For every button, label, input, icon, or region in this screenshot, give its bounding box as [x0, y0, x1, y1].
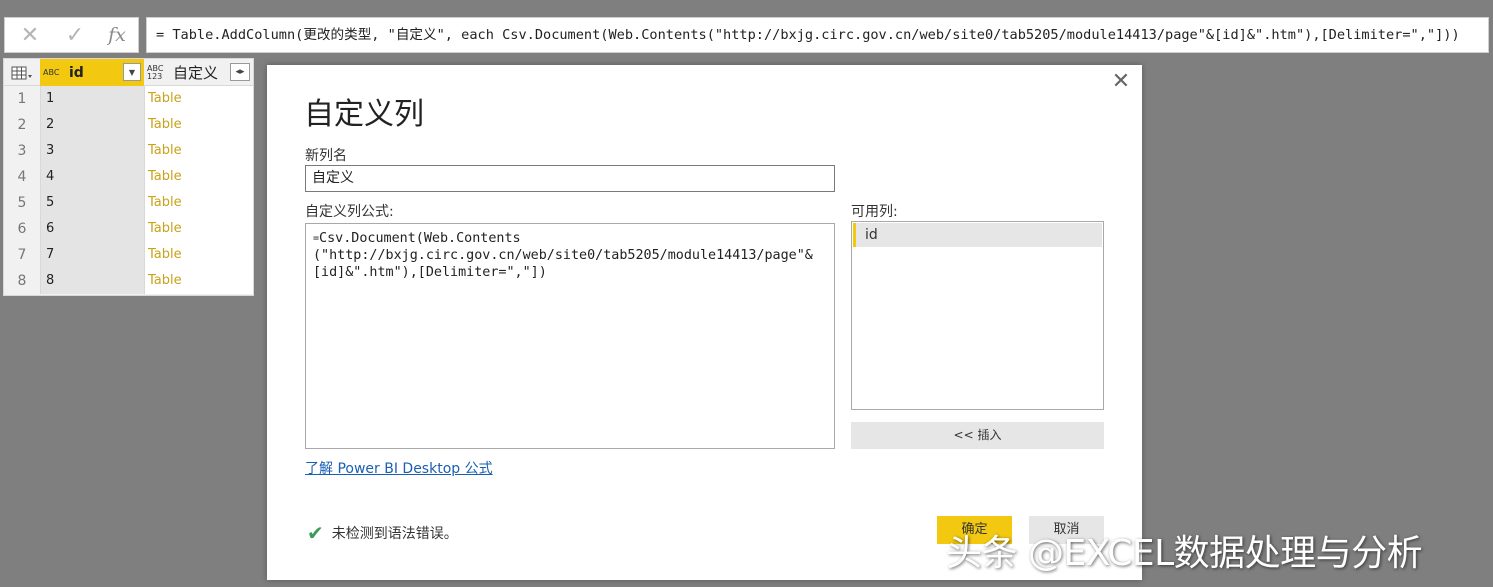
column-name: id	[69, 64, 84, 81]
cell-table-link[interactable]: Table	[144, 190, 253, 216]
available-columns-label: 可用列:	[851, 204, 898, 220]
close-icon[interactable]: ✕	[1110, 71, 1132, 93]
grid-header: ABC id ▼ ABC 123 自定义 ◂▸	[4, 59, 253, 86]
table-row: 1 1 Table	[4, 86, 253, 112]
any-type-icon[interactable]: ABC 123	[147, 64, 169, 81]
dialog-title: 自定义列	[304, 97, 424, 132]
table-row: 8 8 Table	[4, 268, 253, 294]
formula-text: Csv.Document(Web.Contents ("http://bxjg.…	[313, 231, 813, 280]
table-row: 3 3 Table	[4, 138, 253, 164]
custom-formula-input[interactable]: =Csv.Document(Web.Contents ("http://bxjg…	[305, 223, 835, 449]
table-menu-icon[interactable]	[4, 59, 40, 86]
cell-id[interactable]: 8	[40, 268, 144, 294]
fx-icon[interactable]: fx	[95, 18, 139, 52]
cell-table-link[interactable]: Table	[144, 268, 253, 294]
data-grid: ABC id ▼ ABC 123 自定义 ◂▸ 1 1 Table 2 2 Ta…	[3, 58, 254, 296]
new-column-label: 新列名	[305, 148, 347, 164]
cell-table-link[interactable]: Table	[144, 138, 253, 164]
row-number: 5	[4, 190, 40, 216]
list-item[interactable]: id	[853, 223, 1102, 247]
cell-table-link[interactable]: Table	[144, 112, 253, 138]
available-columns-list[interactable]: id	[851, 221, 1104, 410]
cell-id[interactable]: 3	[40, 138, 144, 164]
checkmark-icon: ✔	[307, 521, 324, 545]
watermark: 头条 @EXCEL数据处理与分析	[946, 533, 1423, 574]
filter-dropdown-icon[interactable]: ▼	[123, 63, 141, 81]
column-name: 自定义	[173, 64, 219, 82]
expand-column-icon[interactable]: ◂▸	[230, 63, 250, 81]
column-header-custom[interactable]: ABC 123 自定义 ◂▸	[144, 59, 253, 86]
custom-column-dialog: ✕ 自定义列 新列名 自定义 自定义列公式: =Csv.Document(Web…	[267, 65, 1142, 580]
cell-table-link[interactable]: Table	[144, 86, 253, 112]
row-number: 2	[4, 112, 40, 138]
text-type-icon[interactable]: ABC	[43, 68, 65, 77]
row-number: 6	[4, 216, 40, 242]
cell-table-link[interactable]: Table	[144, 242, 253, 268]
insert-button[interactable]: << 插入	[851, 422, 1104, 449]
row-number: 7	[4, 242, 40, 268]
formula-label: 自定义列公式:	[305, 204, 394, 220]
cell-id[interactable]: 7	[40, 242, 144, 268]
row-number: 8	[4, 268, 40, 294]
table-row: 6 6 Table	[4, 216, 253, 242]
cell-table-link[interactable]: Table	[144, 216, 253, 242]
table-row: 4 4 Table	[4, 164, 253, 190]
cell-table-link[interactable]: Table	[144, 164, 253, 190]
formula-bar-buttons: ✕ ✓ fx	[4, 17, 139, 53]
table-row: 2 2 Table	[4, 112, 253, 138]
cell-id[interactable]: 6	[40, 216, 144, 242]
new-column-name-input[interactable]: 自定义	[305, 165, 835, 192]
cell-id[interactable]: 1	[40, 86, 144, 112]
learn-formulas-link[interactable]: 了解 Power BI Desktop 公式	[305, 458, 493, 478]
cell-id[interactable]: 2	[40, 112, 144, 138]
column-header-id[interactable]: ABC id ▼	[40, 59, 144, 86]
cancel-formula-icon[interactable]: ✕	[8, 18, 52, 52]
formula-bar: ✕ ✓ fx = Table.AddColumn(更改的类型, "自定义", e…	[0, 0, 1493, 58]
formula-input[interactable]: = Table.AddColumn(更改的类型, "自定义", each Csv…	[146, 17, 1489, 53]
syntax-status: ✔ 未检测到语法错误。	[307, 521, 458, 545]
row-number: 1	[4, 86, 40, 112]
commit-formula-icon[interactable]: ✓	[53, 18, 97, 52]
cell-id[interactable]: 5	[40, 190, 144, 216]
table-row: 5 5 Table	[4, 190, 253, 216]
cell-id[interactable]: 4	[40, 164, 144, 190]
row-number: 3	[4, 138, 40, 164]
table-row: 7 7 Table	[4, 242, 253, 268]
status-text: 未检测到语法错误。	[331, 526, 458, 542]
row-number: 4	[4, 164, 40, 190]
